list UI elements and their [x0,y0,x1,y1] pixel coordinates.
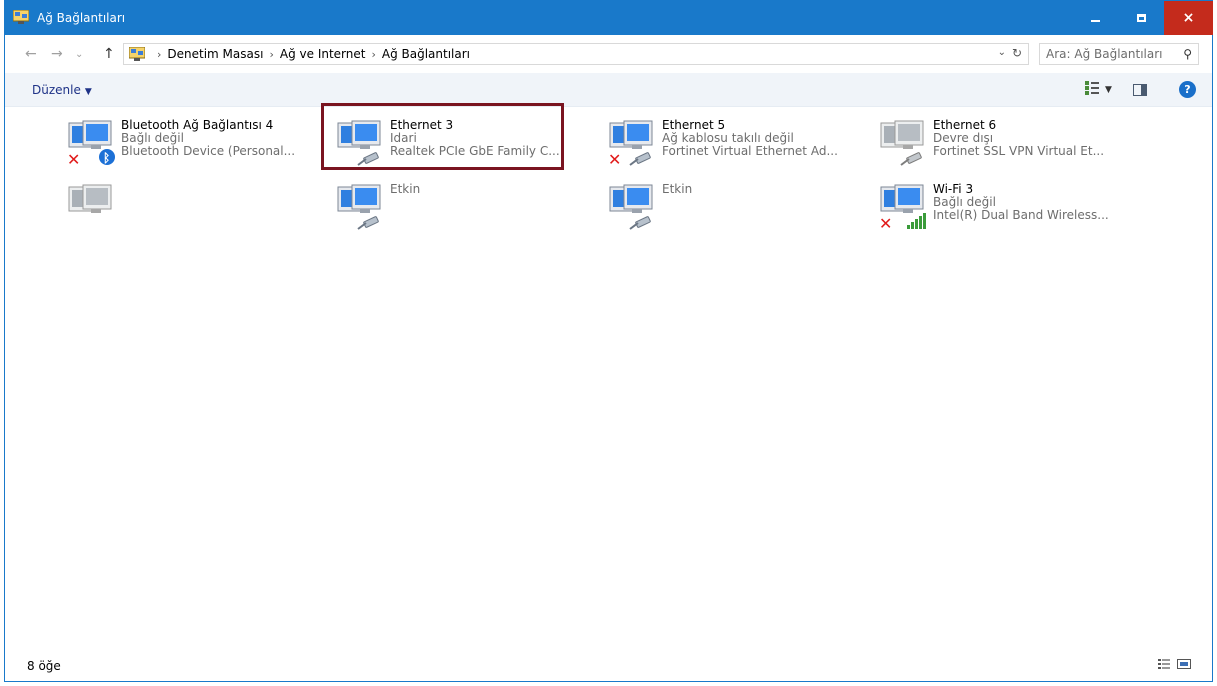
connection-device: Bluetooth Device (Personal... [121,145,296,158]
connection-item-unnamed-2[interactable]: Etkin [336,177,576,235]
change-view-icon[interactable] [1085,81,1099,95]
breadcrumb-separator-icon[interactable]: › [269,48,273,61]
breadcrumb-separator-icon[interactable]: › [371,48,375,61]
network-computer-icon: ✕ [879,184,926,231]
connection-item-wifi-3[interactable]: ✕ Wi-Fi 3 Bağlı değil Intel(R) Dual Band… [879,177,1119,235]
network-computer-icon: ✕ ᛒ [67,120,115,167]
breadcrumb-separator-icon[interactable]: › [157,48,161,61]
search-box[interactable]: Ara: Ağ Bağlantıları ⚲ [1039,43,1199,65]
minimize-button[interactable] [1072,1,1118,35]
connection-name: Ethernet 5 [662,118,726,132]
network-computer-disabled-icon [880,120,924,166]
address-row: ← → ⌄ ↑ › Denetim Masası › Ağ ve Interne… [5,35,1212,73]
svg-text:✕: ✕ [67,150,80,167]
back-arrow-icon[interactable]: ← [25,46,37,62]
connections-list: ✕ ᛒ Bluetooth Ağ Bağlantısı 4 Bağlı deği… [5,103,1212,647]
connection-item-ethernet-5[interactable]: ✕ Ethernet 5 Ağ kablosu takılı değil For… [608,113,848,171]
details-view-icon[interactable] [1158,659,1170,669]
refresh-icon[interactable]: ↻ [1012,46,1022,60]
up-arrow-icon[interactable]: ↑ [103,46,115,62]
explorer-window: Ağ Bağlantıları × ← → ⌄ ↑ › Denetim Masa… [4,0,1213,682]
connection-item-ethernet-6[interactable]: Ethernet 6 Devre dışı Fortinet SSL VPN V… [879,113,1119,171]
command-bar: Düzenle ▼ ▼ ? [5,73,1212,107]
status-bar: 8 öğe [5,647,1212,681]
connection-item-unnamed-1[interactable] [67,177,307,235]
breadcrumb-control-panel[interactable]: Denetim Masası [167,47,263,61]
address-bar[interactable]: › Denetim Masası › Ağ ve Internet › Ağ B… [123,43,1029,65]
minimize-icon [1090,20,1100,22]
forward-arrow-icon[interactable]: → [51,46,63,62]
network-computer-icon: ✕ [608,120,653,167]
view-options-chevron-icon[interactable]: ▼ [1105,85,1112,95]
network-computer-icon [609,184,653,230]
connection-status: Devre dışı [933,132,994,145]
item-count: 8 öğe [27,659,61,673]
selection-highlight [321,103,564,170]
breadcrumb-network-internet[interactable]: Ağ ve Internet [280,47,366,61]
connection-status: Ağ kablosu takılı değil [662,132,794,145]
search-input[interactable]: Ara: Ağ Bağlantıları [1046,47,1162,61]
network-connections-app-icon [13,10,29,24]
connection-status: Bağlı değil [121,132,184,145]
organize-menu-button[interactable]: Düzenle ▼ [32,83,92,97]
connection-device: Etkin [390,183,421,196]
connection-device: Intel(R) Dual Band Wireless... [933,209,1109,222]
wifi-signal-icon [907,213,926,229]
network-computer-disabled-icon [68,184,112,213]
breadcrumb-network-connections[interactable]: Ağ Bağlantıları [382,47,470,61]
connection-name: Ethernet 6 [933,118,997,132]
preview-pane-icon[interactable] [1133,84,1147,96]
address-dropdown-icon[interactable]: ⌄ [998,47,1006,58]
connection-status: Bağlı değil [933,196,996,209]
connection-device: Etkin [662,183,693,196]
network-computer-icon [337,184,381,230]
connection-item-bluetooth[interactable]: ✕ ᛒ Bluetooth Ağ Bağlantısı 4 Bağlı deği… [67,113,307,171]
chevron-down-icon: ▼ [84,87,92,97]
svg-text:✕: ✕ [608,150,621,167]
connection-name: Wi-Fi 3 [933,182,974,196]
maximize-icon [1136,14,1146,22]
connection-name: Bluetooth Ağ Bağlantısı 4 [121,118,274,132]
close-button[interactable]: × [1164,1,1213,35]
connection-device: Fortinet SSL VPN Virtual Et... [933,145,1105,158]
recent-locations-chevron-icon[interactable]: ⌄ [75,49,83,60]
svg-text:ᛒ: ᛒ [103,151,110,165]
window-title: Ağ Bağlantıları [37,11,126,25]
large-icons-view-icon[interactable] [1177,659,1191,669]
maximize-button[interactable] [1118,1,1164,35]
title-bar[interactable]: Ağ Bağlantıları × [5,1,1213,35]
connection-item-unnamed-3[interactable]: Etkin [608,177,848,235]
organize-label: Düzenle [32,83,81,97]
svg-text:✕: ✕ [879,214,892,231]
search-icon[interactable]: ⚲ [1183,47,1192,61]
control-panel-icon [129,47,145,61]
close-icon: × [1182,10,1195,26]
help-icon[interactable]: ? [1179,81,1196,98]
connection-device: Fortinet Virtual Ethernet Ad... [662,145,838,158]
